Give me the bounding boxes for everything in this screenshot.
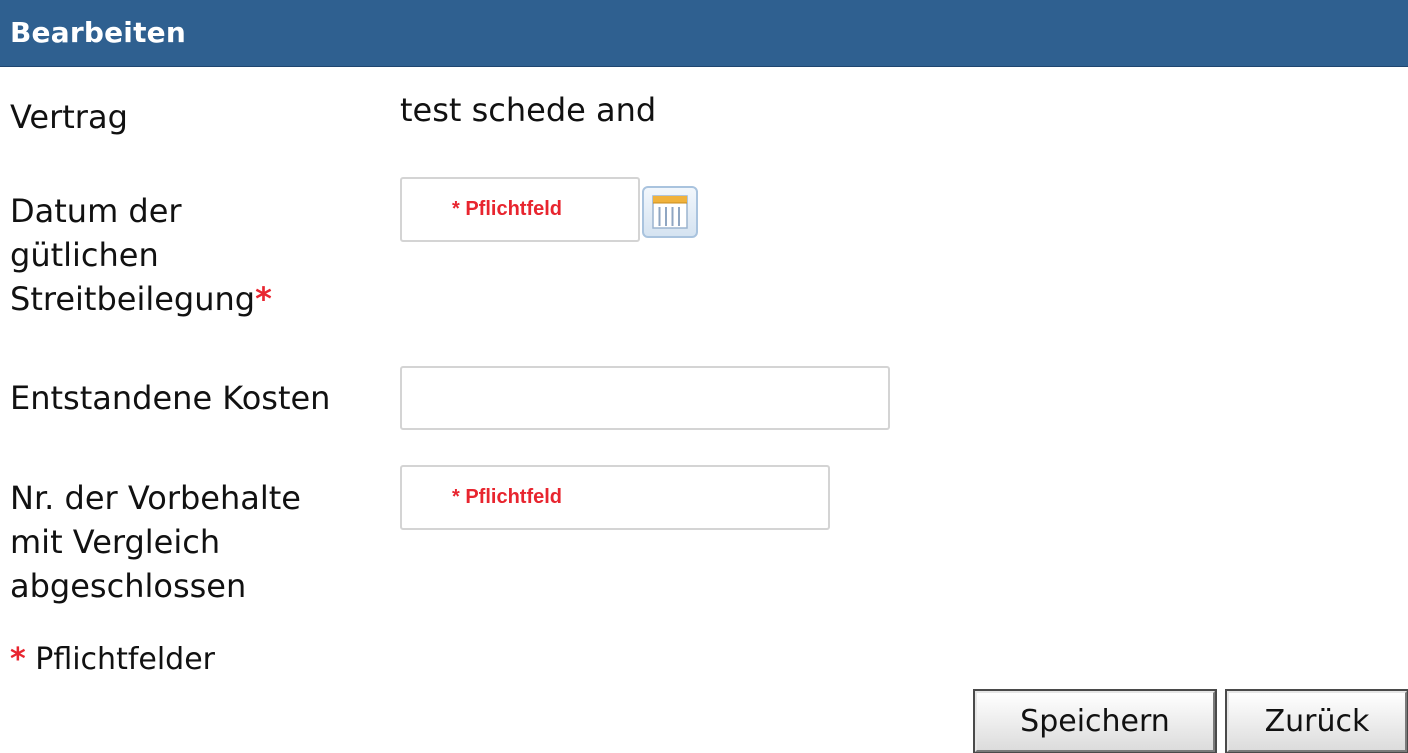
save-button[interactable]: Speichern — [973, 689, 1217, 753]
calendar-button[interactable] — [642, 186, 698, 238]
required-footnote: * Pflichtfelder — [10, 638, 215, 682]
reservations-label-line-1: Nr. der Vorbehalte — [10, 479, 301, 517]
reservations-label: Nr. der Vorbehalte mit Vergleich abgesch… — [10, 476, 301, 608]
settlement-date-input[interactable] — [400, 177, 640, 242]
contract-value: test schede and — [400, 91, 657, 129]
panel-title: Bearbeiten — [10, 16, 186, 49]
reservations-label-line-2: mit Vergleich — [10, 523, 221, 561]
settlement-date-label-line-1: Datum der — [10, 192, 182, 230]
edit-panel: Bearbeiten Vertrag test schede and Datum… — [0, 0, 1408, 753]
panel-header: Bearbeiten — [0, 0, 1408, 67]
back-button[interactable]: Zurück — [1225, 689, 1408, 753]
footnote-text: Pflichtfelder — [25, 642, 216, 677]
settlement-date-label: Datum der gütlichen Streitbeilegung* — [10, 189, 272, 321]
costs-input[interactable] — [400, 366, 890, 430]
reservations-input[interactable] — [400, 465, 830, 530]
reservations-label-line-3: abgeschlossen — [10, 567, 247, 605]
settlement-date-label-line-2: gütlichen — [10, 236, 159, 274]
contract-label: Vertrag — [10, 98, 128, 136]
required-marker: * — [255, 280, 272, 318]
footnote-star: * — [10, 642, 26, 677]
settlement-date-label-line-3: Streitbeilegung* — [10, 277, 272, 321]
settlement-date-label-line-3-text: Streitbeilegung — [10, 280, 256, 318]
calendar-icon — [652, 195, 688, 229]
costs-label: Entstandene Kosten — [10, 379, 331, 417]
